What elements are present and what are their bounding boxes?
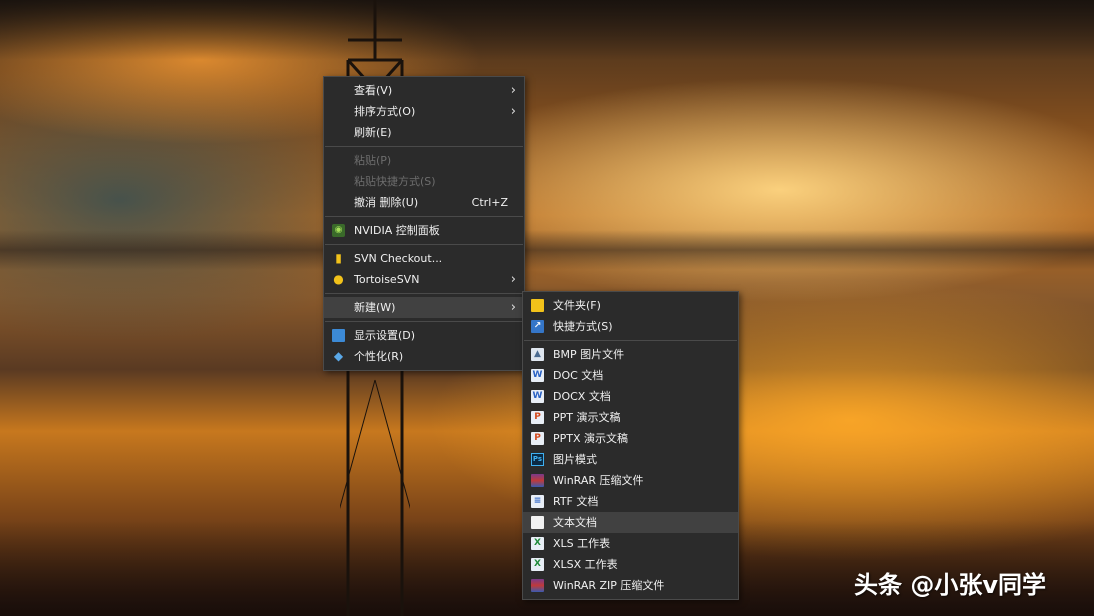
- submenu-item-photoshop[interactable]: Ps 图片模式: [523, 449, 738, 470]
- menu-item-display-settings[interactable]: 显示设置(D): [324, 325, 524, 346]
- monitor-icon: [332, 329, 345, 342]
- xlsx-icon: X: [531, 558, 544, 571]
- menu-item-shortcut: Ctrl+Z: [471, 196, 508, 209]
- menu-item-personalize[interactable]: ◆ 个性化(R): [324, 346, 524, 367]
- menu-item-label: 刷新(E): [354, 126, 392, 139]
- wallpaper-cloud-band: [0, 230, 1094, 270]
- submenu-item-rtf[interactable]: ≡ RTF 文档: [523, 491, 738, 512]
- menu-item-label: 查看(V): [354, 84, 393, 97]
- menu-item-label: 撤消 删除(U): [354, 196, 419, 209]
- submenu-item-doc[interactable]: W DOC 文档: [523, 365, 738, 386]
- menu-separator: [325, 216, 523, 217]
- text-icon: [531, 516, 544, 529]
- svn-icon: ▮: [335, 251, 342, 265]
- xls-icon: X: [531, 537, 544, 550]
- submenu-item-pptx[interactable]: P PPTX 演示文稿: [523, 428, 738, 449]
- submenu-item-docx[interactable]: W DOCX 文档: [523, 386, 738, 407]
- menu-item-label: 粘贴快捷方式(S): [354, 175, 436, 188]
- doc-icon: W: [531, 369, 544, 382]
- menu-separator: [524, 340, 737, 341]
- menu-item-paste-shortcut[interactable]: 粘贴快捷方式(S): [324, 171, 524, 192]
- menu-item-label: SVN Checkout...: [354, 252, 443, 265]
- submenu-item-xlsx[interactable]: X XLSX 工作表: [523, 554, 738, 575]
- chevron-right-icon: ›: [510, 104, 516, 119]
- rtf-icon: ≡: [531, 495, 544, 508]
- chevron-right-icon: ›: [510, 272, 516, 287]
- menu-item-label: DOCX 文档: [553, 390, 611, 403]
- menu-item-label: 显示设置(D): [354, 329, 416, 342]
- nvidia-icon: ◉: [332, 224, 345, 237]
- new-submenu: 文件夹(F) ↗ 快捷方式(S) ▲ BMP 图片文件 W DOC 文档 W D…: [522, 291, 739, 600]
- menu-item-label: 粘贴(P): [354, 154, 392, 167]
- menu-separator: [325, 293, 523, 294]
- submenu-item-xls[interactable]: X XLS 工作表: [523, 533, 738, 554]
- menu-item-label: 新建(W): [354, 301, 396, 314]
- winrar-icon: [531, 474, 544, 487]
- menu-item-refresh[interactable]: 刷新(E): [324, 122, 524, 143]
- menu-item-label: 图片模式: [553, 453, 597, 466]
- menu-item-label: NVIDIA 控制面板: [354, 224, 440, 237]
- shortcut-icon: ↗: [531, 320, 544, 333]
- menu-item-tortoisesvn[interactable]: ● TortoiseSVN ›: [324, 269, 524, 290]
- personalize-icon: ◆: [333, 349, 344, 363]
- menu-item-label: 快捷方式(S): [553, 320, 613, 333]
- winrar-zip-icon: [531, 579, 544, 592]
- menu-item-label: PPT 演示文稿: [553, 411, 621, 424]
- folder-icon: [531, 299, 544, 312]
- submenu-item-shortcut[interactable]: ↗ 快捷方式(S): [523, 316, 738, 337]
- menu-item-label: XLS 工作表: [553, 537, 611, 550]
- wallpaper-cloud-dark: [0, 0, 1094, 60]
- menu-item-new[interactable]: 新建(W) ›: [324, 297, 524, 318]
- menu-item-label: RTF 文档: [553, 495, 599, 508]
- menu-item-nvidia[interactable]: ◉ NVIDIA 控制面板: [324, 220, 524, 241]
- menu-item-label: WinRAR 压缩文件: [553, 474, 644, 487]
- menu-item-sort[interactable]: 排序方式(O) ›: [324, 101, 524, 122]
- desktop-context-menu: 查看(V) › 排序方式(O) › 刷新(E) 粘贴(P) 粘贴快捷方式(S) …: [323, 76, 525, 371]
- menu-separator: [325, 146, 523, 147]
- submenu-item-ppt[interactable]: P PPT 演示文稿: [523, 407, 738, 428]
- menu-item-label: 排序方式(O): [354, 105, 416, 118]
- menu-item-label: PPTX 演示文稿: [553, 432, 629, 445]
- menu-item-label: TortoiseSVN: [354, 273, 420, 286]
- menu-item-label: WinRAR ZIP 压缩文件: [553, 579, 665, 592]
- menu-item-svn-checkout[interactable]: ▮ SVN Checkout...: [324, 248, 524, 269]
- watermark-text: 头条 @小张v同学: [854, 571, 1046, 599]
- menu-item-label: 文本文档: [553, 516, 597, 529]
- bmp-icon: ▲: [531, 348, 544, 361]
- menu-item-paste[interactable]: 粘贴(P): [324, 150, 524, 171]
- menu-separator: [325, 321, 523, 322]
- menu-item-undo-delete[interactable]: 撤消 删除(U) Ctrl+Z: [324, 192, 524, 213]
- menu-item-label: DOC 文档: [553, 369, 604, 382]
- photoshop-icon: Ps: [531, 453, 544, 466]
- submenu-item-bmp[interactable]: ▲ BMP 图片文件: [523, 344, 738, 365]
- chevron-right-icon: ›: [510, 300, 516, 315]
- menu-item-label: 个性化(R): [354, 350, 404, 363]
- submenu-item-folder[interactable]: 文件夹(F): [523, 295, 738, 316]
- chevron-right-icon: ›: [510, 83, 516, 98]
- ppt-icon: P: [531, 411, 544, 424]
- tortoise-icon: ●: [333, 272, 344, 286]
- menu-item-label: 文件夹(F): [553, 299, 601, 312]
- submenu-item-winrar[interactable]: WinRAR 压缩文件: [523, 470, 738, 491]
- submenu-item-text[interactable]: 文本文档: [523, 512, 738, 533]
- menu-item-label: XLSX 工作表: [553, 558, 618, 571]
- menu-item-view[interactable]: 查看(V) ›: [324, 80, 524, 101]
- menu-item-label: BMP 图片文件: [553, 348, 625, 361]
- docx-icon: W: [531, 390, 544, 403]
- pptx-icon: P: [531, 432, 544, 445]
- menu-separator: [325, 244, 523, 245]
- submenu-item-winrar-zip[interactable]: WinRAR ZIP 压缩文件: [523, 575, 738, 596]
